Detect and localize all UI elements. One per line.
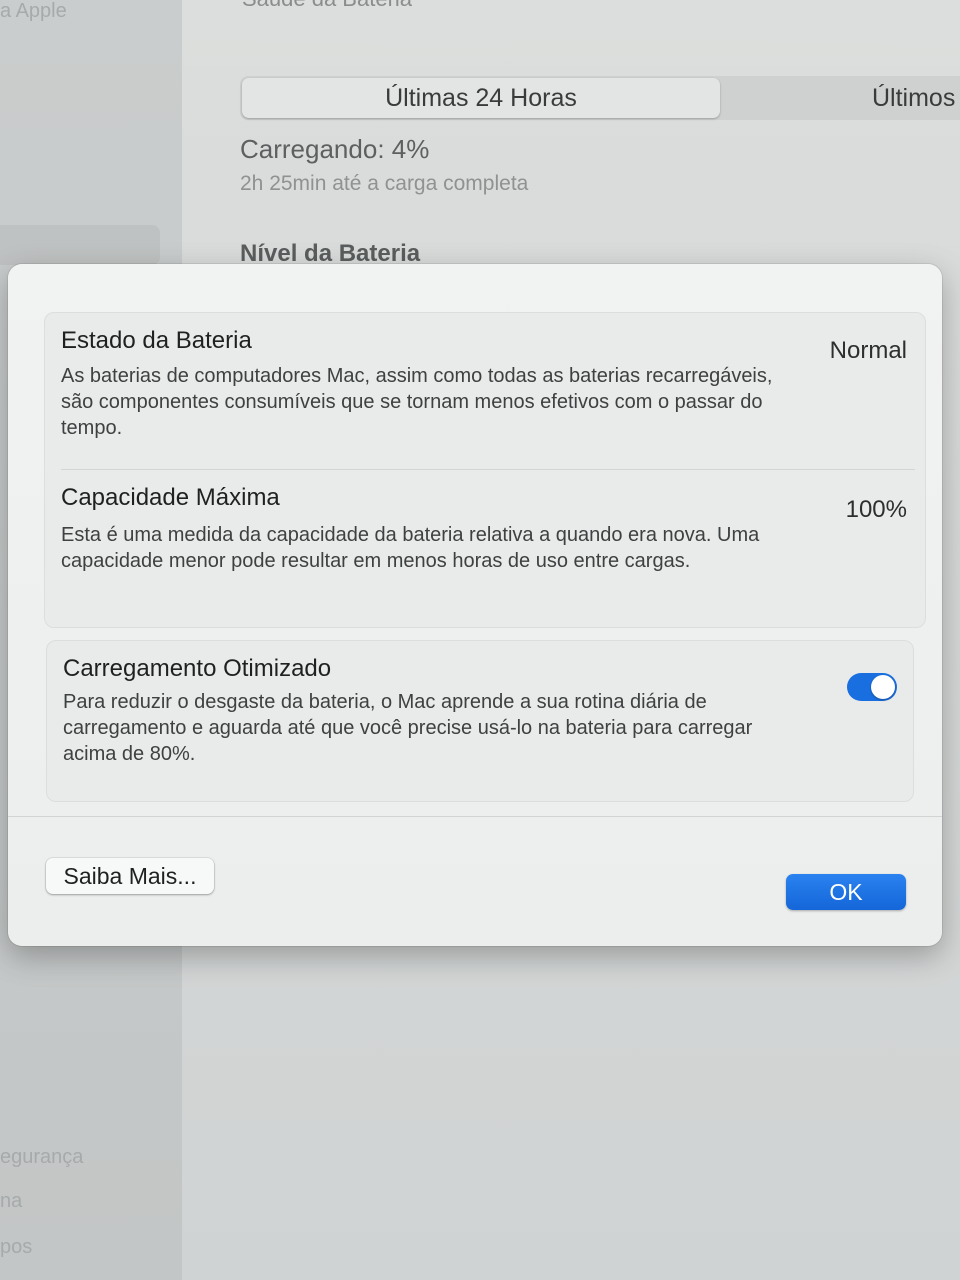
battery-condition-row: Estado da Bateria Normal As baterias de …: [45, 313, 925, 469]
maximum-capacity-title: Capacidade Máxima: [61, 484, 280, 511]
toggle-knob: [871, 675, 895, 699]
screen: a Apple egurança na pos Saúde da Bateria…: [0, 0, 960, 1280]
charging-time-remaining: 2h 25min até a carga completa: [240, 172, 529, 195]
battery-health-dialog: Estado da Bateria Normal As baterias de …: [8, 264, 942, 946]
segment-last-days[interactable]: Últimos: [872, 84, 955, 113]
optimized-charging-row: Carregamento Otimizado Para reduzir o de…: [47, 641, 913, 801]
footer-divider: [8, 816, 942, 817]
charging-status: Carregando: 4%: [240, 134, 430, 164]
optimized-charging-toggle[interactable]: [847, 673, 897, 701]
battery-health-title: Saúde da Bateria: [242, 0, 412, 12]
maximum-capacity-row: Capacidade Máxima 100% Esta é uma medida…: [45, 470, 925, 626]
sidebar-selected-row[interactable]: [0, 225, 160, 265]
maximum-capacity-description: Esta é uma medida da capacidade da bater…: [61, 524, 760, 572]
battery-condition-title: Estado da Bateria: [61, 327, 252, 354]
ok-button[interactable]: OK: [786, 874, 906, 910]
optimized-charging-title: Carregamento Otimizado: [63, 655, 332, 682]
sidebar-item-3[interactable]: pos: [0, 1236, 32, 1259]
sidebar-item-security[interactable]: egurança: [0, 1146, 83, 1169]
optimized-charging-group: Carregamento Otimizado Para reduzir o de…: [46, 640, 914, 802]
maximum-capacity-value: 100%: [845, 496, 907, 523]
battery-condition-description: As baterias de computadores Mac, assim c…: [61, 365, 773, 439]
battery-info-group: Estado da Bateria Normal As baterias de …: [44, 312, 926, 628]
battery-condition-value: Normal: [829, 337, 907, 364]
segment-last-24-hours[interactable]: Últimas 24 Horas: [242, 78, 720, 118]
optimized-charging-description: Para reduzir o desgaste da bateria, o Ma…: [63, 691, 753, 765]
learn-more-button[interactable]: Saiba Mais...: [46, 858, 214, 894]
sidebar-item-2[interactable]: na: [0, 1190, 22, 1213]
sidebar-item-apple[interactable]: a Apple: [0, 0, 67, 23]
